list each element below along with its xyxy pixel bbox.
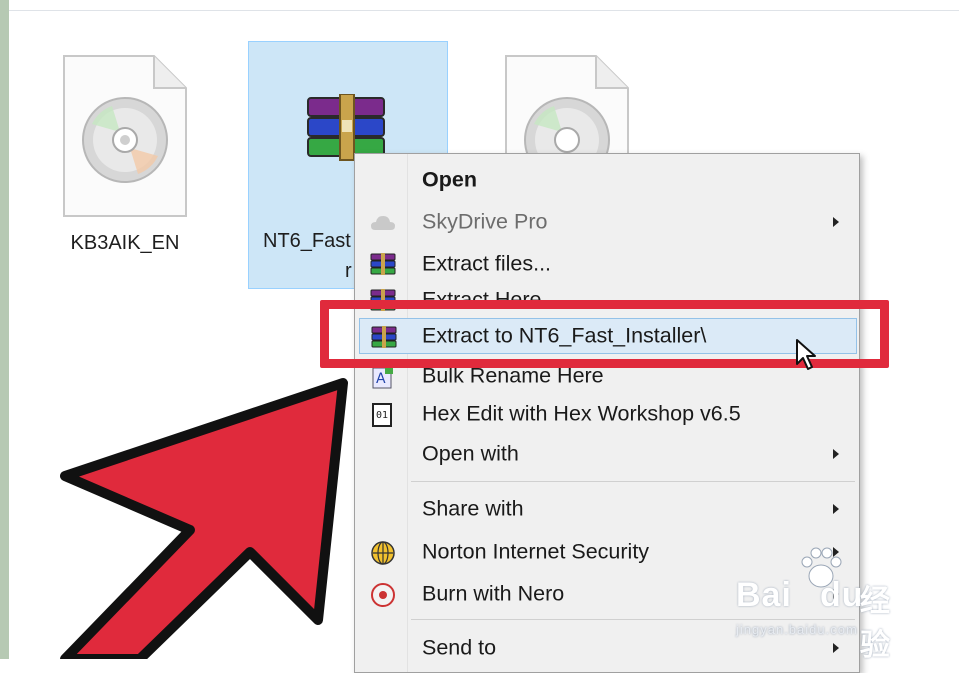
watermark-cn: 经验 [860, 585, 891, 662]
watermark-brand-2: du [820, 576, 864, 614]
watermark-url: jingyan.baidu.com [736, 622, 858, 637]
watermark-brand: Bai [736, 576, 792, 614]
